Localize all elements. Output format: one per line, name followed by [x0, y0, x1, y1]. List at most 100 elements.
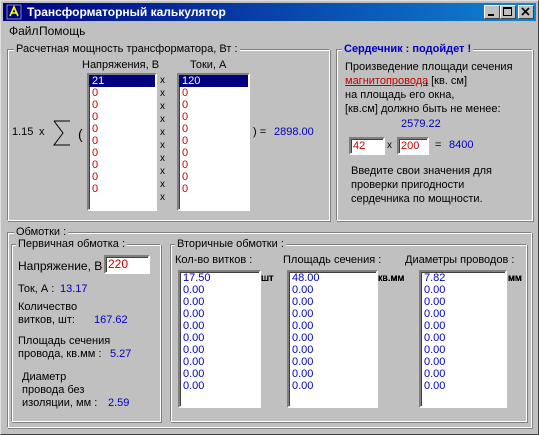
multiply-sign: x [160, 166, 165, 177]
minimize-icon [488, 14, 494, 16]
primary-diam-label-3: изоляции, мм : [22, 397, 98, 409]
minimize-button[interactable] [484, 5, 500, 19]
core-group: Сердечник : подойдет ! Произведение площ… [336, 43, 533, 221]
list-item[interactable]: 0.00 [289, 320, 376, 332]
list-item[interactable]: 120 [179, 75, 248, 87]
multiply-sign: x [160, 88, 165, 99]
voltage-header: Напряжения, В [82, 59, 160, 71]
list-item[interactable]: 0 [179, 99, 248, 111]
list-item[interactable]: 0.00 [180, 332, 259, 344]
list-item[interactable]: 0.00 [289, 344, 376, 356]
result-prefix: ) = [253, 126, 267, 138]
primary-voltage-input[interactable]: 220 [104, 255, 150, 274]
list-item[interactable]: 0.00 [421, 308, 505, 320]
primary-area-label-2: провода, кв.мм : [18, 348, 102, 360]
multiply-sign: x [160, 140, 165, 151]
area-header: Площадь сечения : [283, 254, 382, 266]
list-item[interactable]: 0 [179, 171, 248, 183]
list-item[interactable]: 0.00 [180, 368, 259, 380]
list-item[interactable]: 0.00 [180, 344, 259, 356]
maximize-icon [503, 7, 512, 16]
core-text-4: [кв.см] должно быть не менее: [345, 103, 501, 115]
list-item[interactable]: 0.00 [421, 320, 505, 332]
core-hint-3: сердечника по мощности. [351, 193, 483, 205]
diameter-list[interactable]: 7.82 0.00 0.00 0.00 0.00 0.00 0.00 0.00 … [419, 270, 507, 408]
list-item[interactable]: 0.00 [289, 356, 376, 368]
list-item[interactable]: 17.50 [180, 272, 259, 284]
title-bar[interactable]: Трансформаторный калькулятор [3, 3, 536, 21]
unit-label: шт [261, 273, 274, 284]
menu-file[interactable]: Файл [9, 24, 39, 38]
current-list[interactable]: 120 0 0 0 0 0 0 0 0 0 [177, 73, 250, 211]
maximize-button[interactable] [500, 5, 516, 19]
list-item[interactable]: 0.00 [180, 284, 259, 296]
sum-icon [53, 120, 70, 146]
list-item[interactable]: 0 [179, 147, 248, 159]
core-product: 8400 [449, 139, 474, 151]
core-text-1: Произведение площади сечения [345, 61, 513, 73]
list-item[interactable]: 0.00 [180, 296, 259, 308]
list-item[interactable]: 0.00 [289, 332, 376, 344]
list-item[interactable]: 0 [89, 159, 155, 171]
primary-area-value: 5.27 [110, 348, 132, 360]
list-item[interactable]: 21 [89, 75, 155, 87]
core-area-input[interactable]: 42 [349, 137, 385, 155]
list-item[interactable]: 0 [89, 171, 155, 183]
multiply-sign: x [160, 179, 165, 190]
list-item[interactable]: 0.00 [421, 332, 505, 344]
list-item[interactable]: 0 [179, 135, 248, 147]
list-item[interactable]: 0.00 [421, 296, 505, 308]
menu-help[interactable]: Помощь [39, 24, 85, 38]
list-item[interactable]: 0.00 [289, 380, 376, 392]
list-item[interactable]: 0.00 [289, 284, 376, 296]
primary-turns-value: 167.62 [94, 314, 128, 326]
list-item[interactable]: 0 [89, 87, 155, 99]
app-icon [6, 4, 22, 20]
turns-list[interactable]: 17.50 0.00 0.00 0.00 0.00 0.00 0.00 0.00… [178, 270, 261, 408]
list-item[interactable]: 0 [179, 183, 248, 195]
core-min-value: 2579.22 [401, 118, 441, 130]
core-window-input[interactable]: 200 [397, 137, 429, 155]
list-item[interactable]: 0 [179, 87, 248, 99]
diam-header: Диаметры проводов : [405, 254, 515, 266]
open-paren: ( [78, 126, 83, 142]
list-item[interactable]: 0.00 [421, 380, 505, 392]
list-item[interactable]: 0 [179, 159, 248, 171]
primary-turns-label-1: Количество [18, 301, 78, 313]
secondary-group: Вторичные обмотки : Кол-во витков : Площ… [170, 238, 527, 422]
primary-area-label-1: Площадь сечения [18, 335, 111, 347]
current-header: Токи, А [190, 59, 227, 71]
list-item[interactable]: 0.00 [289, 296, 376, 308]
list-item[interactable]: 0.00 [289, 308, 376, 320]
list-item[interactable]: 0.00 [289, 368, 376, 380]
list-item[interactable]: 0.00 [421, 368, 505, 380]
list-item[interactable]: 0.00 [180, 356, 259, 368]
power-group: Расчетная мощность трансформатора, Вт : … [7, 43, 330, 221]
list-item[interactable]: 0.00 [180, 308, 259, 320]
primary-current-label: Ток, А : [18, 283, 55, 295]
list-item[interactable]: 0 [179, 111, 248, 123]
multiply-sign: x [160, 127, 165, 138]
list-item[interactable]: 0 [89, 135, 155, 147]
list-item[interactable]: 0 [89, 147, 155, 159]
list-item[interactable]: 7.82 [421, 272, 505, 284]
voltage-list[interactable]: 21 0 0 0 0 0 0 0 0 0 [87, 73, 157, 211]
list-item[interactable]: 0 [89, 183, 155, 195]
list-item[interactable]: 0 [179, 123, 248, 135]
list-item[interactable]: 0.00 [421, 344, 505, 356]
list-item[interactable]: 0.00 [421, 356, 505, 368]
close-button[interactable] [518, 5, 534, 19]
multiply-sign: x [160, 153, 165, 164]
list-item[interactable]: 0 [89, 123, 155, 135]
primary-voltage-label: Напряжение, В : [18, 259, 109, 273]
list-item[interactable]: 0 [89, 99, 155, 111]
list-item[interactable]: 0.00 [421, 284, 505, 296]
area-list[interactable]: 48.00 0.00 0.00 0.00 0.00 0.00 0.00 0.00… [287, 270, 378, 408]
list-item[interactable]: 48.00 [289, 272, 376, 284]
magnetic-core-link[interactable]: магнитопровода [345, 75, 428, 87]
list-item[interactable]: 0.00 [180, 320, 259, 332]
list-item[interactable]: 0 [89, 111, 155, 123]
primary-group: Первичная обмотка : Напряжение, В : 220 … [11, 238, 161, 422]
windings-legend: Обмотки : [14, 226, 69, 238]
list-item[interactable]: 0.00 [180, 380, 259, 392]
